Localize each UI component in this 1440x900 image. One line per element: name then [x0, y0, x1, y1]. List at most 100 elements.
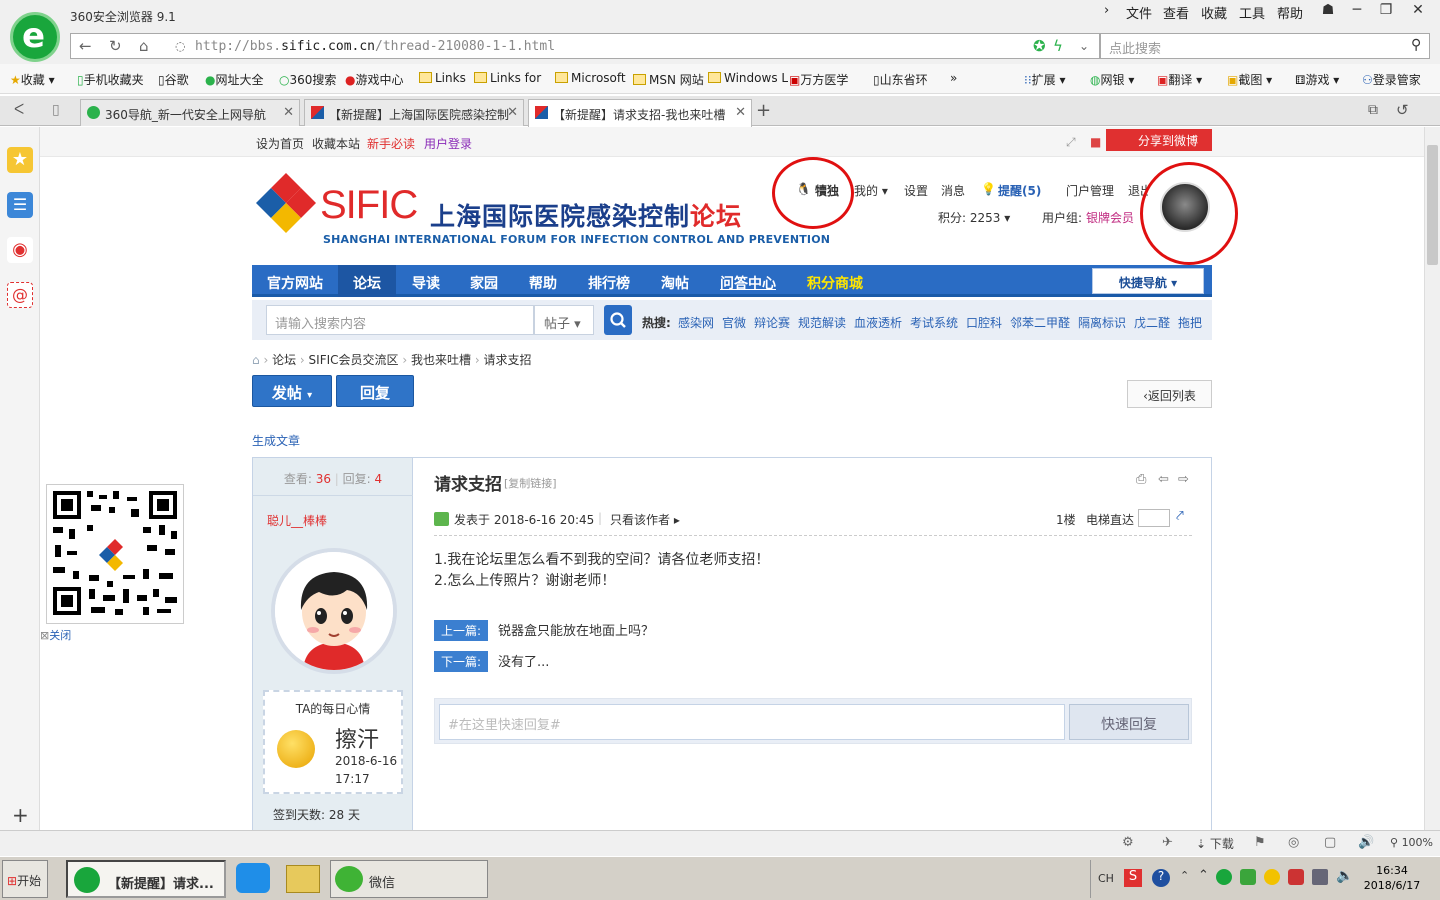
dropdown-icon[interactable]: ⌄ [1079, 39, 1089, 53]
jump-icon[interactable]: ⤤ [1176, 508, 1184, 524]
user-group[interactable]: 银牌会员 [1086, 209, 1134, 226]
tab-scroll-left-icon[interactable]: ᐸ [14, 102, 24, 118]
search-type-select[interactable]: 帖子 ▾ [534, 305, 594, 335]
floor-jump-input[interactable] [1138, 509, 1170, 527]
breadcrumb-item[interactable]: 请求支招 [483, 353, 531, 367]
back-icon[interactable]: ← [79, 37, 92, 55]
close-tab-icon[interactable]: ✕ [735, 105, 746, 120]
tray-volume-icon[interactable]: 🔈 [1336, 868, 1353, 884]
browser-search-input[interactable]: 点此搜索 ⚲ [1100, 33, 1430, 59]
quick-nav-dropdown[interactable]: 快捷导航 ▾ [1092, 268, 1204, 294]
prev-thread-icon[interactable]: ⇦ [1158, 472, 1169, 487]
sogou-icon[interactable]: S [1124, 869, 1142, 887]
address-bar[interactable]: ← ↻ ⌂ ◌ http://bbs.sific.com.cn/thread-2… [70, 33, 1100, 59]
new-tab-button[interactable]: + [756, 100, 771, 121]
sound-icon[interactable]: 🔊 [1358, 835, 1374, 850]
menu-help[interactable]: 帮助 [1277, 3, 1303, 22]
tray-360-icon[interactable] [1216, 869, 1232, 885]
toolbar-screenshot[interactable]: ▣截图 ▾ [1227, 71, 1272, 88]
toolbar-games[interactable]: ⚅游戏 ▾ [1295, 71, 1339, 88]
print-icon[interactable]: ⎙ [1136, 472, 1146, 487]
new-post-button[interactable]: 发帖 ▾ [252, 375, 332, 407]
maximize-button[interactable]: ❐ [1372, 2, 1400, 22]
prev-post[interactable]: 上一篇: 锐器盒只能放在地面上吗？ [434, 620, 654, 641]
hot-link[interactable]: 邻苯二甲醛 [1010, 314, 1070, 331]
link-user-login[interactable]: 用户登录 [424, 135, 472, 152]
home-icon[interactable]: ⌂ [252, 353, 260, 367]
color-icon[interactable]: ■ [1090, 135, 1101, 149]
quick-reply-button[interactable]: 快速回复 [1069, 704, 1189, 740]
search-icon[interactable]: ⚲ [1411, 37, 1421, 53]
menu-tools[interactable]: 工具 [1239, 3, 1265, 22]
fav-msn[interactable]: MSN 网站 [633, 71, 704, 88]
messages-link[interactable]: 消息 [941, 182, 965, 199]
qr-code[interactable] [46, 484, 184, 624]
next-post[interactable]: 下一篇: 没有了... [434, 651, 549, 672]
tray-monitor-icon[interactable] [1312, 869, 1328, 885]
nav-qa[interactable]: 问答中心 [720, 273, 776, 293]
author-avatar[interactable] [271, 548, 397, 674]
fav-more-icon[interactable]: » [950, 71, 957, 85]
system-clock[interactable]: 16:34 2018/6/17 [1352, 863, 1432, 893]
share-weibo-button[interactable]: 分享到微博 [1106, 129, 1212, 151]
quick-reply-input[interactable]: #在这里快速回复# [439, 704, 1065, 740]
taskbar-wechat[interactable]: 微信 [330, 860, 488, 898]
hot-link[interactable]: 官微 [722, 314, 746, 331]
sific-logo[interactable] [256, 173, 316, 233]
nav-points-mall[interactable]: 积分商城 [807, 273, 863, 293]
pin-icon[interactable]: ✈ [1162, 835, 1173, 850]
sidebar-add-icon[interactable]: + [12, 803, 29, 827]
toolbar-bank[interactable]: ◍网银 ▾ [1090, 71, 1134, 88]
hot-link[interactable]: 隔离标识 [1078, 314, 1126, 331]
download-button[interactable]: ⇣ 下载 [1196, 835, 1234, 852]
tray-guard-icon[interactable] [1264, 869, 1280, 885]
chevron-right-icon[interactable]: › [1104, 3, 1109, 18]
hot-link[interactable]: 感染网 [678, 314, 714, 331]
help-icon[interactable]: ? [1152, 869, 1170, 887]
start-button[interactable]: ⊞开始 [2, 860, 48, 898]
clean-icon[interactable]: ◎ [1288, 835, 1299, 850]
fullscreen-icon[interactable]: ⤢ [1066, 135, 1076, 150]
my-menu[interactable]: 我的 ▾ [854, 182, 888, 199]
hot-link[interactable]: 口腔科 [966, 314, 1002, 331]
qr-close-link[interactable]: ⊠关闭 [40, 627, 71, 643]
undo-close-icon[interactable]: ↺ [1396, 101, 1409, 119]
fav-mobile[interactable]: ▯手机收藏夹 [77, 71, 144, 88]
security-icon[interactable]: ✪ [1033, 37, 1046, 55]
breadcrumb-item[interactable]: 我也来吐槽 [411, 353, 471, 367]
close-button[interactable]: ✕ [1404, 2, 1432, 22]
nav-help[interactable]: 帮助 [529, 273, 557, 293]
close-tab-icon[interactable]: ✕ [283, 105, 294, 120]
url-text[interactable]: http://bbs.sific.com.cn/thread-210080-1-… [195, 39, 555, 54]
reminders-link[interactable]: 提醒(5) [998, 182, 1041, 199]
toolbar-translate[interactable]: ▣翻译 ▾ [1157, 71, 1202, 88]
minimize-button[interactable]: ─ [1343, 2, 1371, 22]
back-to-list-button[interactable]: ‹返回列表 [1127, 380, 1212, 408]
folder-icon[interactable] [286, 865, 320, 893]
hot-link[interactable]: 拖把 [1178, 314, 1202, 331]
fav-360search[interactable]: ○360搜索 [279, 71, 336, 88]
fav-urls[interactable]: ●网址大全 [205, 71, 264, 88]
points[interactable]: 积分: 2253 ▾ [938, 209, 1010, 226]
nav-forum[interactable]: 论坛 [338, 265, 396, 297]
breadcrumb-item[interactable]: 论坛 [272, 353, 296, 367]
fav-links[interactable]: Links [419, 71, 466, 85]
skin-icon[interactable]: ☗ [1314, 2, 1342, 22]
hot-link[interactable]: 血液透析 [854, 314, 902, 331]
weibo-icon[interactable]: ◉ [7, 237, 33, 263]
email-icon[interactable]: @ [7, 282, 33, 308]
settings-link[interactable]: 设置 [904, 182, 928, 199]
author-name[interactable]: 聪儿__棒棒 [267, 512, 327, 529]
toolbar-extensions[interactable]: ⁝⁝扩展 ▾ [1024, 71, 1066, 88]
only-author-link[interactable]: 只看该作者 ▸ [610, 511, 680, 528]
hot-link[interactable]: 戊二醛 [1134, 314, 1170, 331]
scrollbar-thumb[interactable] [1427, 145, 1438, 265]
ime-indicator[interactable]: CH [1098, 872, 1114, 885]
fav-windows[interactable]: Windows L [708, 71, 788, 85]
cloud-icon[interactable] [236, 863, 270, 893]
flag-icon[interactable]: ⚑ [1254, 835, 1266, 850]
tab-current-thread[interactable]: 【新提醒】请求支招-我也来吐槽 ✕ [528, 99, 752, 127]
tab-360-nav[interactable]: 360导航_新一代安全上网导航 ✕ [80, 99, 300, 126]
copy-link[interactable]: [复制链接] [504, 475, 557, 491]
zoom-level[interactable]: ⚲ 100% [1390, 836, 1433, 849]
